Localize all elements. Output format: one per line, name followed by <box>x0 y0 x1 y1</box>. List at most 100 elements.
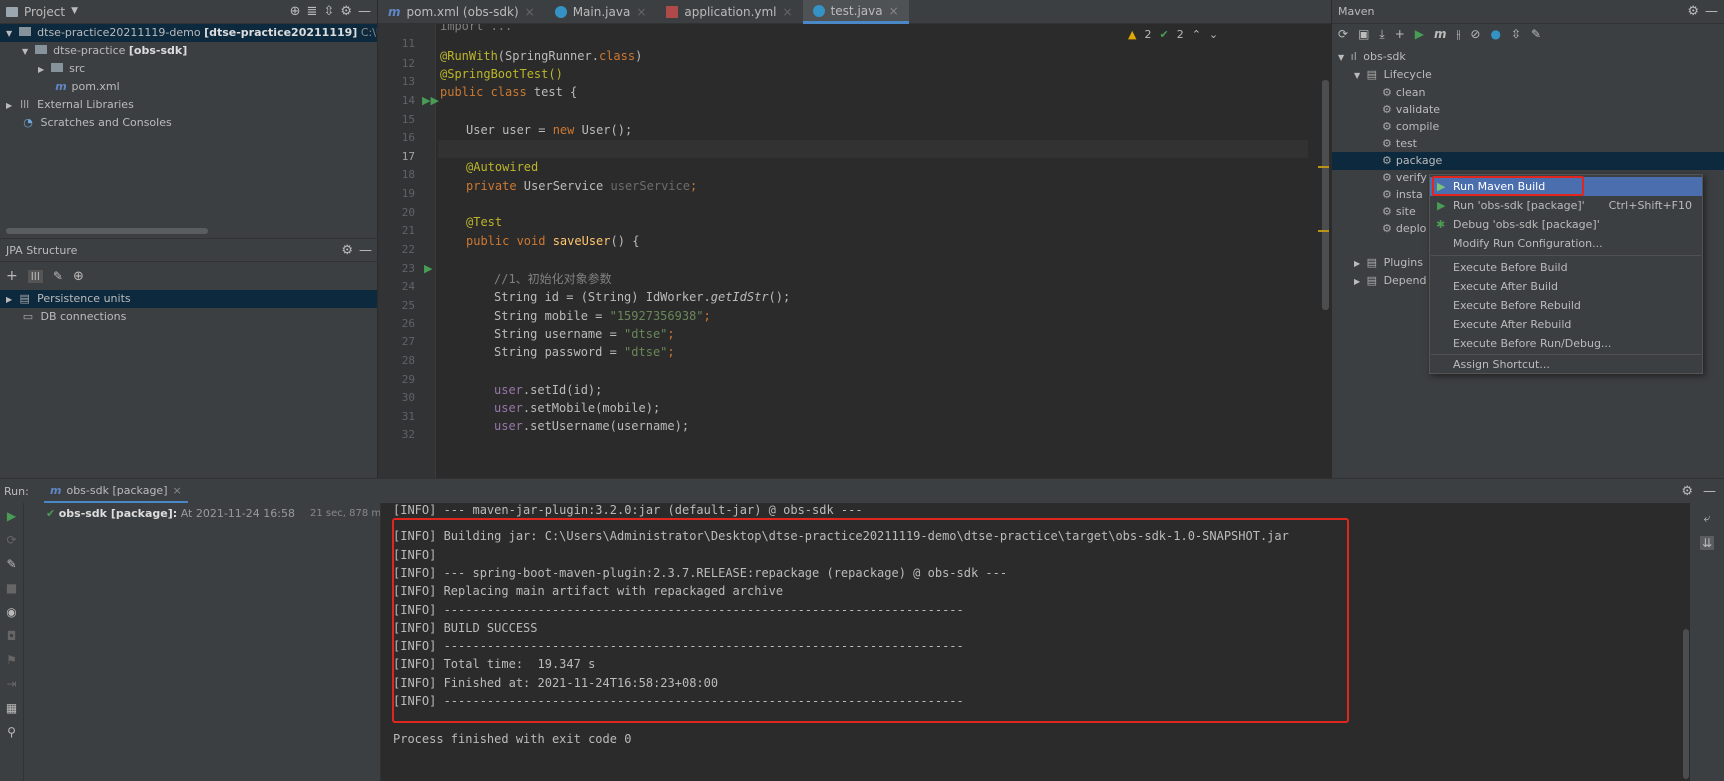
menu-item-debug-package[interactable]: ✱ Debug 'obs-sdk [package]' <box>1430 215 1702 234</box>
line-number: 13 <box>401 75 415 88</box>
code-area[interactable]: import ... @RunWith(SpringRunner.class) … <box>438 24 1308 478</box>
maven-phase-test[interactable]: ⚙ test <box>1332 135 1724 153</box>
maven-m-icon: m <box>388 5 401 19</box>
menu-item-execute-before-rebuild[interactable]: Execute Before Rebuild <box>1430 296 1702 315</box>
rerun-icon[interactable]: ▶ <box>7 509 16 523</box>
stop-icon[interactable]: ■ <box>6 581 17 595</box>
run-label: Run: <box>4 484 29 498</box>
minimize-icon[interactable]: — <box>358 5 371 18</box>
globe-icon[interactable]: ⊕ <box>73 270 84 283</box>
run-tab[interactable]: m obs-sdk [package] × <box>44 479 188 503</box>
run-icon[interactable]: ▶ <box>1415 28 1424 40</box>
eye-icon[interactable]: ◉ <box>6 605 16 619</box>
exit-icon[interactable]: ⇥ <box>6 677 16 691</box>
chevron-down-icon[interactable]: ▼ <box>71 7 78 16</box>
add-icon[interactable]: + <box>1395 28 1405 40</box>
gear-icon[interactable]: ⚙ <box>340 5 352 18</box>
wrench-icon[interactable]: ✎ <box>53 270 63 282</box>
menu-item-execute-before-run-debug[interactable]: Execute Before Run/Debug... <box>1430 334 1702 353</box>
console-scrollbar[interactable] <box>1683 629 1689 779</box>
run-gutter-icon[interactable]: ▶ <box>424 263 432 274</box>
code-line: String password = "dtse"; <box>494 345 675 359</box>
tab-main[interactable]: Main.java × <box>545 0 657 24</box>
minimize-icon[interactable]: — <box>1703 485 1716 498</box>
tree-pom[interactable]: m pom.xml <box>0 78 377 96</box>
gear-icon: ⚙ <box>1382 120 1392 133</box>
line-number: 16 <box>401 131 415 144</box>
editor-scrollbar[interactable] <box>1322 80 1329 310</box>
pin-icon[interactable]: ⚲ <box>7 725 16 739</box>
maven-phase-package[interactable]: ⚙ package <box>1332 152 1724 170</box>
camera-icon[interactable]: ◘ <box>7 629 17 643</box>
gear-icon[interactable]: ⚙ <box>1687 5 1699 18</box>
gear-icon[interactable]: ⚙ <box>1681 485 1693 498</box>
maven-phase-clean[interactable]: ⚙ clean <box>1332 84 1724 102</box>
soft-wrap-icon[interactable]: ⤶ <box>1704 511 1711 526</box>
menu-item-execute-after-build[interactable]: Execute After Build <box>1430 277 1702 296</box>
toggle-offline-icon[interactable]: ⫲ <box>1457 28 1461 40</box>
expand-all-icon[interactable]: ≣ <box>307 5 318 18</box>
line-number: 20 <box>401 206 415 219</box>
run-icon: ▶ <box>1437 199 1446 212</box>
line-number: 30 <box>401 391 415 404</box>
dump-threads-icon[interactable]: ⚑ <box>6 653 17 667</box>
reload-icon[interactable]: ⟳ <box>1338 28 1348 40</box>
menu-item-modify-run-config[interactable]: Modify Run Configuration... <box>1430 234 1702 253</box>
line-number: 17 <box>401 150 415 163</box>
maven-lifecycle[interactable]: ▼ ▤ Lifecycle <box>1332 66 1724 84</box>
tree-module[interactable]: ▼ dtse-practice [obs-sdk] <box>0 42 377 60</box>
horizontal-scrollbar[interactable] <box>6 228 208 234</box>
download-icon[interactable]: ⤓ <box>1379 28 1384 40</box>
chart-icon[interactable]: lll <box>27 269 43 283</box>
editor-gutter: 11 12 13 14 15 16 17 18 19 20 21 22 23 24 25 26 27 28 29 30… <box>378 24 439 478</box>
toggle-view-icon[interactable]: ⟳ <box>6 533 16 547</box>
maven-toolbar: ⟳ ▣ ⤓ + ▶ m ⫲ ⊘ ● ⇳ ✎ <box>1338 28 1541 40</box>
menu-item-execute-before-build[interactable]: Execute Before Build <box>1430 258 1702 277</box>
run-gutter-icon[interactable]: ▶▶ <box>422 95 439 106</box>
collapse-all-icon[interactable]: ⇳ <box>323 5 334 18</box>
database-icon: ▭ <box>22 310 34 323</box>
menu-item-run-package[interactable]: ▶ Run 'obs-sdk [package]' Ctrl+Shift+F10 <box>1430 196 1702 215</box>
minimize-icon[interactable]: — <box>1705 5 1718 18</box>
jpa-db-connections[interactable]: ▭ DB connections <box>0 308 377 326</box>
show-dependencies-icon[interactable]: ● <box>1490 28 1500 40</box>
close-icon[interactable]: × <box>172 484 181 497</box>
collapse-icon[interactable]: ⇳ <box>1511 28 1521 40</box>
scroll-to-end-icon[interactable]: ⇊ <box>1699 536 1715 550</box>
code-line: public class test { <box>440 85 578 99</box>
project-panel-title[interactable]: Project <box>24 5 65 19</box>
line-number: 28 <box>401 354 415 367</box>
gear-icon: ⚙ <box>1382 137 1392 150</box>
tab-application-yml[interactable]: application.yml × <box>656 0 802 24</box>
layout-icon[interactable]: ▦ <box>6 701 17 715</box>
console-output[interactable]: [INFO] --- maven-jar-plugin:3.2.0:jar (d… <box>380 503 1690 781</box>
tab-test-java[interactable]: test.java × <box>802 0 909 24</box>
tab-pom[interactable]: m pom.xml (obs-sdk) × <box>378 0 545 24</box>
maven-m-icon[interactable]: m <box>1434 28 1447 40</box>
wrench-icon[interactable]: ✎ <box>6 557 16 571</box>
wrench-icon[interactable]: ✎ <box>1531 28 1541 40</box>
maven-phase-compile[interactable]: ⚙ compile <box>1332 118 1724 136</box>
locate-icon[interactable]: ⊕ <box>290 5 301 18</box>
generate-sources-icon[interactable]: ▣ <box>1358 28 1369 40</box>
menu-item-assign-shortcut[interactable]: Assign Shortcut... <box>1430 355 1702 374</box>
tree-root[interactable]: ▼ dtse-practice20211119-demo [dtse-pract… <box>0 24 377 42</box>
add-icon[interactable]: + <box>6 269 18 283</box>
tree-src[interactable]: ▶ src <box>0 60 377 78</box>
run-tree-item[interactable]: ✔ obs-sdk [package]: At 2021-11-24 16:58 <box>46 507 295 520</box>
folder-icon <box>6 6 18 17</box>
check-icon: ✔ <box>46 507 56 520</box>
skip-tests-icon[interactable]: ⊘ <box>1470 28 1480 40</box>
scroll-marker <box>1318 166 1329 168</box>
minimize-icon[interactable]: — <box>359 244 372 257</box>
tree-scratches[interactable]: ◔ Scratches and Consoles <box>0 114 377 132</box>
maven-project[interactable]: ▼ ıl obs-sdk <box>1332 48 1724 66</box>
maven-phase-validate[interactable]: ⚙ validate <box>1332 101 1724 119</box>
code-line: private UserService userService; <box>466 179 698 193</box>
tree-external-libraries[interactable]: ▶ lll External Libraries <box>0 96 377 114</box>
gear-icon[interactable]: ⚙ <box>341 244 353 257</box>
line-number: 27 <box>401 335 415 348</box>
code-line: @SpringBootTest() <box>440 67 563 81</box>
jpa-persistence-units[interactable]: ▶ ▤ Persistence units <box>0 290 377 308</box>
menu-item-execute-after-rebuild[interactable]: Execute After Rebuild <box>1430 315 1702 334</box>
